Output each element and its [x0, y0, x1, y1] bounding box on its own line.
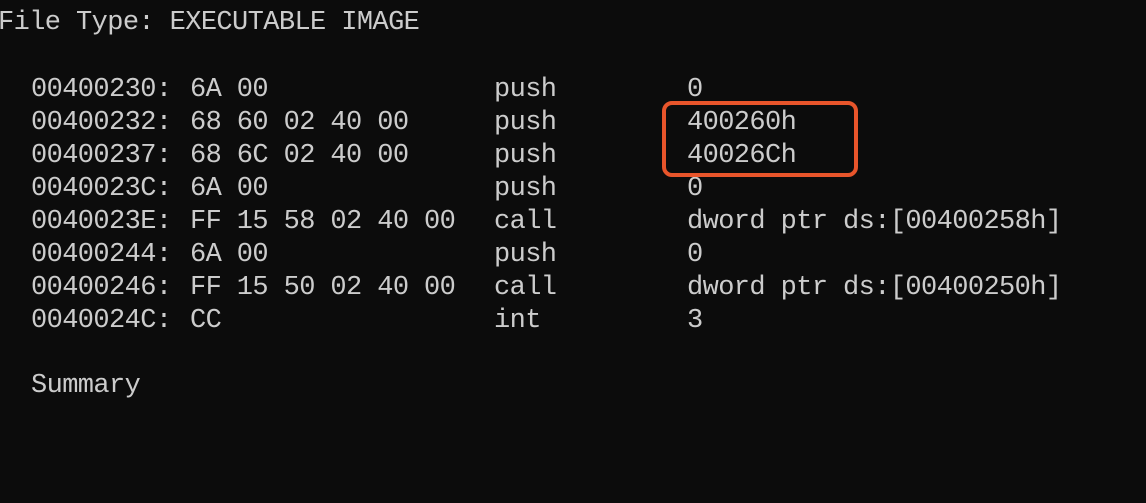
instruction-operand: 400260h — [687, 108, 797, 138]
disassembly-row: 00400244: 6A 00 push 0 — [0, 239, 1146, 272]
instruction-mnemonic: int — [494, 306, 541, 336]
instruction-address: 00400232: — [31, 108, 172, 138]
console-window: File Type: EXECUTABLE IMAGE 00400230: 6A… — [0, 0, 1146, 420]
instruction-address: 00400246: — [31, 273, 172, 303]
instruction-bytes: 6A 00 — [190, 240, 269, 270]
disassembly-listing: 00400230: 6A 00 push 0 00400232: 68 60 0… — [0, 74, 1146, 338]
instruction-address: 00400230: — [31, 75, 172, 105]
instruction-address: 00400237: — [31, 141, 172, 171]
instruction-address: 0040023E: — [31, 207, 172, 237]
disassembly-row: 00400230: 6A 00 push 0 — [0, 74, 1146, 107]
instruction-mnemonic: call — [494, 273, 557, 303]
instruction-mnemonic: push — [494, 240, 557, 270]
instruction-address: 0040023C: — [31, 174, 172, 204]
instruction-operand: 0 — [687, 240, 703, 270]
instruction-operand: 40026Ch — [687, 141, 797, 171]
instruction-bytes: 6A 00 — [190, 75, 269, 105]
instruction-address: 0040024C: — [31, 306, 172, 336]
instruction-bytes: FF 15 58 02 40 00 — [190, 207, 456, 237]
disassembly-row: 0040024C: CC int 3 — [0, 305, 1146, 338]
instruction-bytes: 68 60 02 40 00 — [190, 108, 409, 138]
summary-label: Summary — [31, 371, 141, 401]
instruction-operand: dword ptr ds:[00400250h] — [687, 273, 1062, 303]
instruction-operand: 3 — [687, 306, 703, 336]
instruction-bytes: 68 6C 02 40 00 — [190, 141, 409, 171]
instruction-mnemonic: push — [494, 141, 557, 171]
disassembly-row: 0040023C: 6A 00 push 0 — [0, 173, 1146, 206]
instruction-mnemonic: call — [494, 207, 557, 237]
instruction-address: 00400244: — [31, 240, 172, 270]
disassembly-row: 00400232: 68 60 02 40 00 push 400260h — [0, 107, 1146, 140]
disassembly-row: 0040023E: FF 15 58 02 40 00 call dword p… — [0, 206, 1146, 239]
disassembly-row: 00400246: FF 15 50 02 40 00 call dword p… — [0, 272, 1146, 305]
instruction-mnemonic: push — [494, 174, 557, 204]
instruction-mnemonic: push — [494, 108, 557, 138]
file-type-line: File Type: EXECUTABLE IMAGE — [0, 8, 420, 38]
instruction-bytes: FF 15 50 02 40 00 — [190, 273, 456, 303]
instruction-operand: 0 — [687, 174, 703, 204]
instruction-operand: dword ptr ds:[00400258h] — [687, 207, 1062, 237]
instruction-bytes: 6A 00 — [190, 174, 269, 204]
disassembly-row: 00400237: 68 6C 02 40 00 push 40026Ch — [0, 140, 1146, 173]
instruction-operand: 0 — [687, 75, 703, 105]
instruction-bytes: CC — [190, 306, 222, 336]
instruction-mnemonic: push — [494, 75, 557, 105]
